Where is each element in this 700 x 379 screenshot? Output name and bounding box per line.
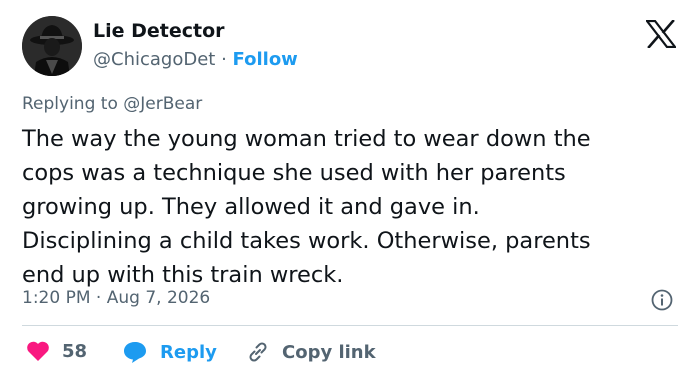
post-date: Aug 7, 2026 [106,288,211,308]
info-icon[interactable] [651,289,673,311]
chat-bubble-icon [124,342,146,363]
copy-link-label: Copy link [282,341,376,363]
detective-silhouette-avatar-icon [22,16,82,76]
x-logo-icon[interactable] [646,20,676,48]
replying-prefix: Replying to [22,94,124,114]
like-button[interactable]: 58 [26,340,87,362]
handle-separator: · [221,49,227,70]
divider [22,325,678,326]
post-time: 1:20 PM [22,288,91,308]
follow-button[interactable]: Follow [233,49,298,70]
replying-to: Replying to @JerBear [22,94,202,114]
reply-button[interactable]: Reply [122,340,217,364]
like-count: 58 [62,340,88,362]
reply-label: Reply [160,341,217,363]
copy-link-button[interactable]: Copy link [246,340,376,364]
post-text: The way the young woman tried to wear do… [22,126,591,288]
author-handle[interactable]: @ChicagoDet [93,49,215,70]
avatar[interactable] [22,16,82,76]
author-name[interactable]: Lie Detector [93,20,225,42]
replying-mention[interactable]: @JerBear [123,94,202,114]
timestamp-separator: · [95,288,102,308]
heart-icon [27,341,49,361]
link-icon [249,342,267,362]
author-handle-row: @ChicagoDet · Follow [93,49,298,70]
post-timestamp[interactable]: 1:20 PM · Aug 7, 2026 [22,288,210,308]
